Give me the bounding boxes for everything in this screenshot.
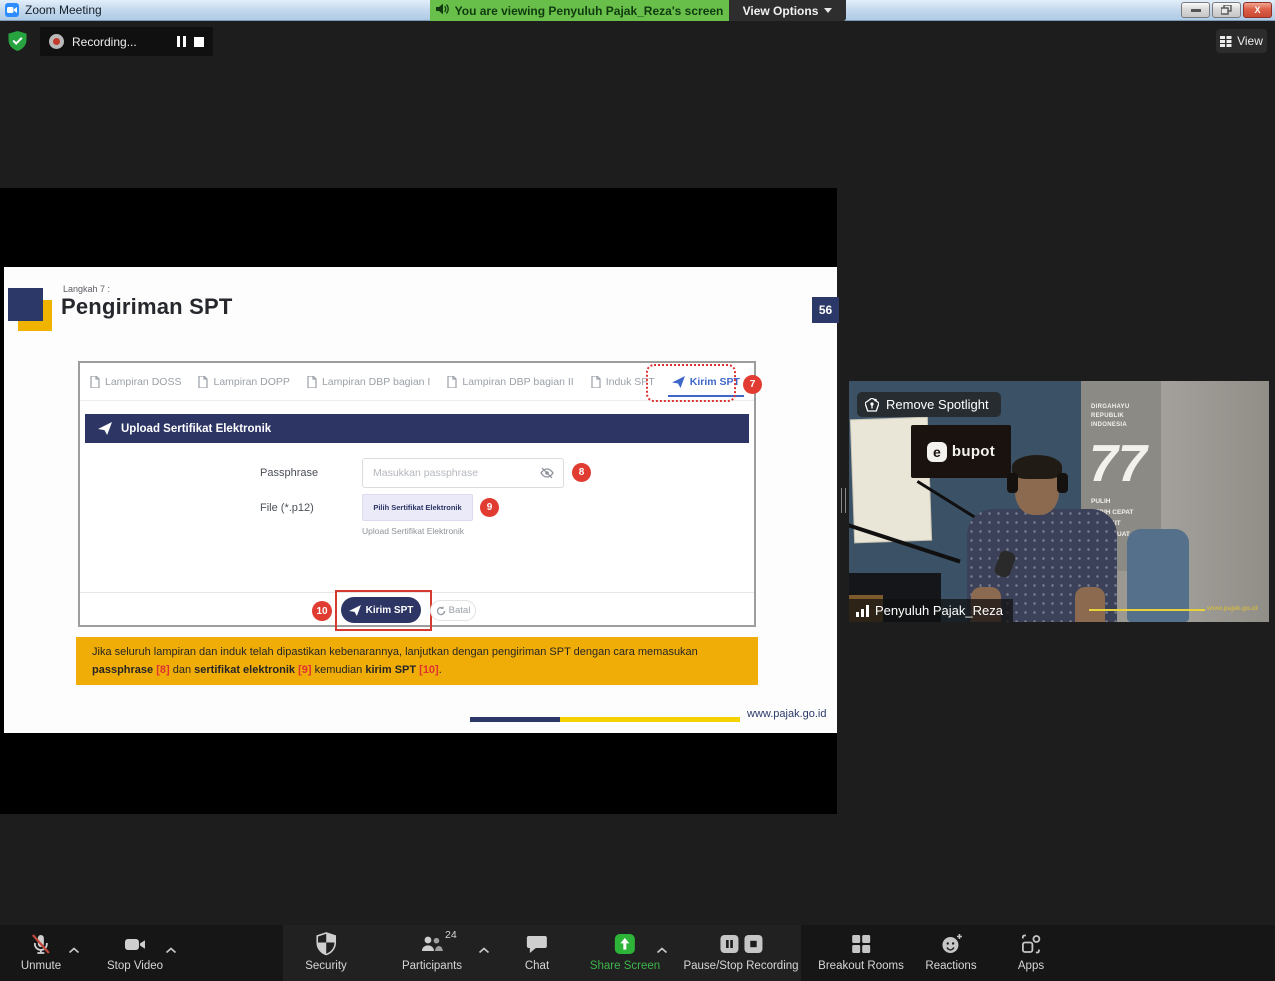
shield-icon	[315, 931, 337, 957]
website-text: www.pajak.go.id	[747, 708, 827, 720]
view-options-button[interactable]: View Options	[729, 0, 846, 21]
chevron-down-icon	[824, 8, 832, 13]
smiley-plus-icon	[939, 931, 963, 957]
slide-page-number: 56	[812, 297, 839, 323]
document-icon	[591, 376, 601, 388]
file-helper-text: Upload Sertifikat Elektronik	[362, 526, 464, 536]
bupot-logo-text: bupot	[952, 443, 995, 460]
video-options-chevron[interactable]	[166, 941, 177, 959]
unmute-options-chevron[interactable]	[69, 941, 80, 959]
reactions-button[interactable]: Reactions	[925, 931, 976, 972]
footer-bar-yellow	[560, 717, 740, 722]
step-badge-9: 9	[480, 498, 499, 517]
pause-stop-recording-button[interactable]: Pause/Stop Recording	[683, 931, 798, 972]
bupot-e-mark: e	[927, 442, 947, 462]
share-banner-text: You are viewing Penyuluh Pajak_Reza's sc…	[455, 4, 724, 18]
headphones	[1057, 473, 1068, 493]
speaker-hair	[1012, 455, 1062, 479]
document-icon	[90, 376, 100, 388]
remove-spotlight-button[interactable]: Remove Spotlight	[857, 392, 1001, 417]
participants-icon: 24	[419, 931, 445, 957]
participants-count: 24	[445, 929, 457, 941]
speaker-arm	[1075, 587, 1105, 622]
window-controls: X	[1181, 2, 1272, 18]
bupot-logo-screen: e bupot	[911, 425, 1011, 478]
chat-bubble-icon	[525, 931, 549, 957]
panel-resize-handle[interactable]	[841, 488, 846, 513]
passphrase-input	[362, 458, 564, 488]
stop-recording-icon[interactable]	[194, 37, 204, 47]
tab-lampiran-doss: Lampiran DOSS	[90, 376, 181, 388]
breakout-rooms-icon	[850, 931, 872, 957]
tab-lampiran-dopp: Lampiran DOPP	[198, 376, 289, 388]
recording-indicator: Recording...	[40, 27, 213, 56]
view-button[interactable]: View	[1216, 29, 1267, 53]
window-title: Zoom Meeting	[25, 3, 102, 17]
eye-slash-icon	[540, 467, 554, 482]
paper-plane-icon	[98, 422, 112, 435]
step-badge-8: 8	[572, 463, 591, 482]
share-screen-button[interactable]: Share Screen	[590, 931, 660, 972]
grid-view-icon	[1220, 36, 1232, 47]
slide-title: Pengiriman SPT	[61, 294, 233, 320]
restore-button[interactable]	[1212, 2, 1241, 18]
document-icon	[447, 376, 457, 388]
spotlight-pin-icon	[865, 398, 879, 412]
recording-icon	[49, 34, 64, 49]
meeting-toolbar: Unmute Stop Video Security 24 Participan…	[0, 925, 1275, 981]
undo-icon	[436, 606, 446, 616]
video-watermark-line	[1089, 609, 1205, 611]
audio-level-icon	[856, 605, 869, 617]
step-badge-7: 7	[743, 375, 762, 394]
apps-button[interactable]: Apps	[1018, 931, 1044, 972]
passphrase-label: Passphrase	[260, 467, 318, 479]
kirim-spt-button: Kirim SPT	[341, 597, 421, 623]
tab-lampiran-dbp-1: Lampiran DBP bagian I	[307, 376, 430, 388]
file-label: File (*.p12)	[260, 502, 314, 514]
participants-options-chevron[interactable]	[479, 941, 490, 959]
choose-certificate-button: Pilih Sertifikat Elektronik	[362, 494, 473, 521]
security-button[interactable]: Security	[305, 931, 347, 972]
document-icon	[198, 376, 208, 388]
highlight-dotted-box	[646, 364, 736, 402]
apps-icon	[1020, 931, 1042, 957]
step-badge-10: 10	[312, 601, 332, 621]
slide-step-label: Langkah 7 :	[63, 284, 110, 294]
participant-name-tag: Penyuluh Pajak_Reza	[849, 599, 1013, 622]
speaker-icon	[436, 3, 449, 18]
footer-bar-navy	[470, 717, 560, 722]
chat-button[interactable]: Chat	[525, 931, 549, 972]
headphones	[1007, 473, 1018, 493]
zoom-app-icon	[5, 3, 19, 17]
minimize-button[interactable]	[1181, 2, 1210, 18]
pause-stop-icons	[719, 931, 763, 957]
recording-label: Recording...	[72, 35, 169, 49]
participants-button[interactable]: 24 Participants	[402, 931, 462, 972]
share-screen-icon	[613, 931, 637, 957]
paper-plane-icon	[349, 605, 361, 616]
breakout-rooms-button[interactable]: Breakout Rooms	[818, 931, 904, 972]
pause-recording-icon[interactable]	[177, 36, 186, 47]
mic-muted-icon	[29, 931, 53, 957]
upload-panel-header: Upload Sertifikat Elektronik	[85, 414, 749, 443]
close-button[interactable]: X	[1243, 2, 1272, 18]
screen-share-banner: You are viewing Penyuluh Pajak_Reza's sc…	[430, 0, 729, 21]
batal-button: Batal	[430, 600, 476, 621]
efiling-panel: Lampiran DOSS Lampiran DOPP Lampiran DBP…	[78, 361, 756, 627]
video-camera-icon	[122, 931, 148, 957]
video-watermark-text: www.pajak.go.id	[1207, 605, 1258, 612]
document-icon	[307, 376, 317, 388]
slide-decoration-navy	[8, 288, 43, 321]
presentation-slide: Langkah 7 : Pengiriman SPT 56 Lampiran D…	[4, 267, 837, 733]
share-options-chevron[interactable]	[657, 941, 668, 959]
instruction-note: Jika seluruh lampiran dan induk telah di…	[76, 637, 758, 685]
tab-lampiran-dbp-2: Lampiran DBP bagian II	[447, 376, 573, 388]
meeting-security-shield-icon	[8, 31, 27, 51]
participant-video[interactable]: DIRGAHAYUREPUBLIK INDONESIA 77 PULIH LEB…	[849, 381, 1269, 622]
stop-video-button[interactable]: Stop Video	[107, 931, 163, 972]
banner-number: 77	[1089, 438, 1161, 490]
unmute-button[interactable]: Unmute	[21, 931, 61, 972]
